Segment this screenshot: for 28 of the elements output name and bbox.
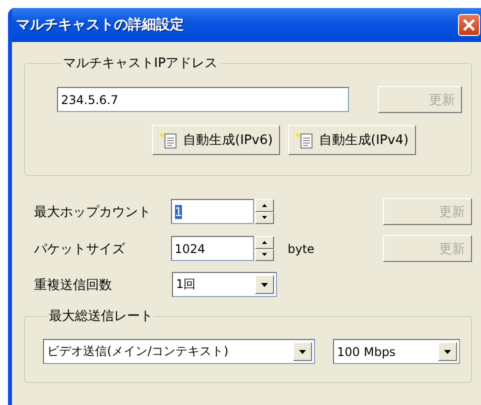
down-arrow-icon: [262, 216, 267, 220]
dropdown-arrow-icon: [299, 350, 306, 354]
spin-buttons[interactable]: [254, 236, 274, 261]
close-icon: [463, 19, 475, 31]
unit-label: byte: [288, 242, 316, 256]
number-field[interactable]: 1024: [170, 236, 254, 261]
generate-button[interactable]: 自動生成(IPv4): [288, 125, 416, 155]
dropdown-arrow-icon: [261, 282, 268, 286]
up-arrow-icon: [262, 204, 267, 207]
up-arrow-icon: [262, 240, 267, 244]
group-title: マルチキャストIPアドレス: [62, 55, 219, 72]
new-document-icon: [294, 130, 315, 150]
number-field[interactable]: 1: [170, 199, 254, 224]
rate-dropdown[interactable]: 100 Mbps: [333, 339, 460, 364]
setting-label: パケットサイズ: [34, 240, 126, 258]
dropdown-arrow-icon: [444, 350, 451, 354]
count-dropdown[interactable]: 1回: [172, 272, 277, 297]
setting-label: 重複送信回数: [34, 276, 113, 294]
close-button[interactable]: [458, 14, 480, 36]
window-title: マルチキャストの詳細設定: [16, 16, 184, 34]
stream-dropdown[interactable]: ビデオ送信(メイン/コンテキスト): [43, 339, 315, 364]
generate-button[interactable]: 自動生成(IPv6): [152, 125, 280, 155]
setting-label: 最大ホップカウント: [34, 204, 152, 220]
address-field[interactable]: 234.5.6.7: [57, 87, 349, 112]
group-title: 最大総送信レート: [48, 308, 154, 325]
new-document-icon: [159, 130, 179, 150]
spin-buttons[interactable]: [254, 199, 274, 224]
down-arrow-icon: [262, 253, 267, 256]
